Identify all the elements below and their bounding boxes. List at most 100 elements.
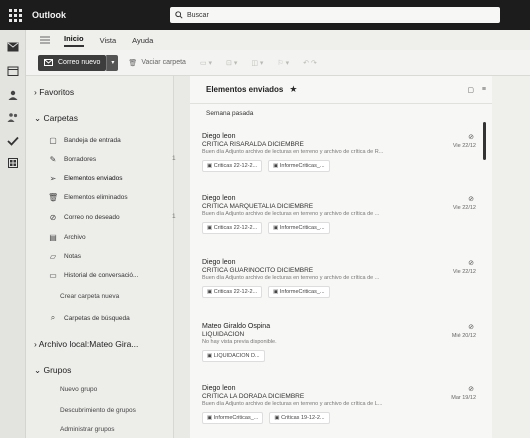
groups-item-discover[interactable]: Descubrimiento de grupos — [60, 407, 136, 414]
message-list: Elementos enviados ★ ▢ ≡ Semana pasada ⊘… — [190, 76, 492, 438]
message-preview: Buen día Adjunto archivo de lecturas en … — [202, 211, 380, 217]
list-header: Elementos enviados ★ ▢ ≡ — [190, 76, 492, 104]
calendar-icon[interactable] — [7, 66, 19, 76]
folder-search-folders[interactable]: ⌕ Carpetas de búsqueda — [48, 313, 130, 323]
folder-archive[interactable]: ▤ Archivo — [48, 233, 85, 242]
note-icon: ▱ — [49, 252, 57, 261]
favorites-header[interactable]: › Favoritos — [34, 87, 74, 97]
message-sender: Diego leon — [202, 195, 236, 202]
groups-item-manage[interactable]: Administrar grupos — [60, 426, 115, 433]
scrollbar[interactable] — [483, 122, 486, 160]
reading-pane-edge — [492, 76, 530, 438]
junk-count-badge: 1 — [172, 213, 176, 220]
message-date: Vie 22/12 — [452, 143, 476, 149]
disabled-command-icon: ▭ ▾ — [199, 59, 213, 67]
attachment-chip[interactable]: ▣ InformeCriticas_... — [268, 222, 330, 234]
apps-grid-icon[interactable] — [7, 158, 19, 168]
folder-sent[interactable]: ➢ Elementos enviados — [48, 174, 123, 183]
attachment-chip[interactable]: ▣ Criticas 22-12-2... — [202, 222, 263, 234]
message-date: Vie 22/12 — [452, 205, 476, 211]
new-mail-label: Correo nuevo — [58, 59, 101, 66]
folders-header[interactable]: ⌄ Carpetas — [34, 113, 78, 124]
disabled-command-icon: ⚐ ▾ — [277, 59, 290, 67]
groups-icon[interactable] — [7, 112, 19, 122]
groups-item-new[interactable]: Nuevo grupo — [60, 386, 97, 393]
attachment-chip[interactable]: ▣ InformeCriticas_... — [268, 286, 330, 298]
message-item[interactable]: ⊘ Mateo Giraldo Ospina LIQUIDACION Mié 2… — [202, 323, 480, 362]
search-folder-icon: ⌕ — [50, 313, 56, 322]
app-launcher-icon[interactable] — [0, 0, 30, 30]
chevron-down-icon[interactable]: ▾ — [106, 54, 119, 71]
groups-header[interactable]: ⌄ Grupos — [34, 365, 71, 376]
todo-check-icon[interactable] — [7, 136, 19, 146]
new-mail-button[interactable]: Correo nuevo — [38, 54, 107, 71]
search-input[interactable]: Buscar — [187, 12, 209, 19]
trash-icon: 🗑 — [48, 193, 59, 202]
message-item[interactable]: ⊘ Diego leon CRITICA RISARALDA DICIEMBRE… — [202, 133, 480, 172]
message-sender: Diego leon — [202, 385, 236, 392]
folder-pane: › Favoritos ⌄ Carpetas ▢ Bandeja de entra… — [26, 76, 176, 438]
star-icon[interactable]: ★ — [289, 84, 297, 95]
folder-drafts[interactable]: ✎ Borradores — [48, 155, 97, 164]
attachment-chip[interactable]: ▣ Criticas 22-12-2... — [202, 286, 263, 298]
message-preview: Buen día Adjunto archivo de lecturas en … — [202, 149, 384, 155]
ribbon-toolbar: Correo nuevo ▾ 🗑 Vaciar carpeta ▭ ▾ ⊡ ▾ … — [26, 50, 530, 76]
attachment-chip[interactable]: ▣ Criticas 22-12-2... — [202, 160, 263, 172]
message-subject: CRITICA GUARINOCITO DICIEMBRE — [202, 267, 314, 274]
attachment-chip[interactable]: ▣ InformeCriticas_... — [268, 160, 330, 172]
message-item[interactable]: ⊘ Diego leon CRITICA LA DORADA DICIEMBRE… — [202, 385, 480, 424]
disabled-command-icon: ⊡ ▾ — [226, 59, 238, 67]
paperclip-icon: ⊘ — [468, 260, 474, 267]
disabled-command-icon: ◫ ▾ — [251, 59, 264, 67]
search-box[interactable]: Buscar — [170, 7, 500, 23]
create-folder-link[interactable]: Crear carpeta nueva — [60, 293, 119, 300]
message-preview: Buen día Adjunto archivo de lecturas en … — [202, 401, 383, 407]
top-bar: Outlook Buscar — [0, 0, 530, 30]
paperclip-icon: ⊘ — [468, 386, 474, 393]
select-icon[interactable]: ▢ — [467, 86, 474, 94]
folder-icon: ▭ — [49, 271, 57, 280]
message-subject: CRITICA MARQUETALIA DICIEMBRE — [202, 203, 314, 210]
attachment-chip[interactable]: ▣ LIQUIDACION D... — [202, 350, 265, 362]
envelope-icon — [44, 59, 53, 66]
inbox-icon: ▢ — [49, 136, 57, 145]
tab-ayuda[interactable]: Ayuda — [132, 36, 153, 45]
filter-icon[interactable]: ≡ — [482, 86, 486, 93]
message-subject: LIQUIDACION — [202, 331, 245, 338]
message-item[interactable]: ⊘ Diego leon CRITICA MARQUETALIA DICIEMB… — [202, 195, 480, 234]
empty-folder-button[interactable]: 🗑 Vaciar carpeta — [128, 59, 186, 67]
send-icon: ➢ — [49, 174, 57, 183]
message-date: Mar 19/12 — [451, 395, 476, 401]
app-name: Outlook — [32, 10, 66, 20]
disabled-command-icon: ↶ ↷ — [303, 59, 317, 67]
message-date: Vie 22/12 — [452, 269, 476, 275]
folder-junk[interactable]: ⊘ Correo no deseado — [48, 213, 120, 222]
message-subject: CRITICA RISARALDA DICIEMBRE — [202, 141, 304, 148]
message-sender: Diego leon — [202, 133, 236, 140]
app-rail — [0, 30, 26, 438]
message-item[interactable]: ⊘ Diego leon CRITICA GUARINOCITO DICIEMB… — [202, 259, 480, 298]
archive-local-header[interactable]: › Archivo local:Mateo Gira... — [34, 339, 138, 349]
week-group-label: Semana pasada — [206, 110, 254, 117]
message-sender: Diego leon — [202, 259, 236, 266]
tab-vista[interactable]: Vista — [100, 36, 117, 45]
people-icon[interactable] — [7, 90, 19, 100]
paperclip-icon: ⊘ — [468, 324, 474, 331]
mail-icon[interactable] — [7, 42, 19, 52]
message-sender: Mateo Giraldo Ospina — [202, 323, 271, 330]
tab-inicio[interactable]: Inicio — [64, 34, 84, 47]
folder-conversation-history[interactable]: ▭ Historial de conversació... — [48, 271, 138, 280]
folder-deleted[interactable]: 🗑 Elementos eliminados — [48, 193, 128, 202]
search-icon — [175, 11, 183, 19]
hamburger-icon[interactable] — [40, 36, 50, 44]
attachment-chip[interactable]: ▣ Criticas 19-12-2... — [269, 412, 330, 424]
message-preview: Buen día Adjunto archivo de lecturas en … — [202, 275, 380, 281]
folder-notes[interactable]: ▱ Notas — [48, 252, 81, 261]
archive-icon: ▤ — [49, 233, 57, 242]
attachment-chip[interactable]: ▣ InformeCriticas_... — [202, 412, 264, 424]
pencil-icon: ✎ — [49, 155, 57, 164]
ribbon-tabs: Inicio Vista Ayuda — [26, 30, 530, 50]
folder-inbox[interactable]: ▢ Bandeja de entrada — [48, 136, 121, 145]
message-preview: No hay vista previa disponible. — [202, 339, 277, 345]
empty-folder-label: Vaciar carpeta — [141, 59, 186, 66]
